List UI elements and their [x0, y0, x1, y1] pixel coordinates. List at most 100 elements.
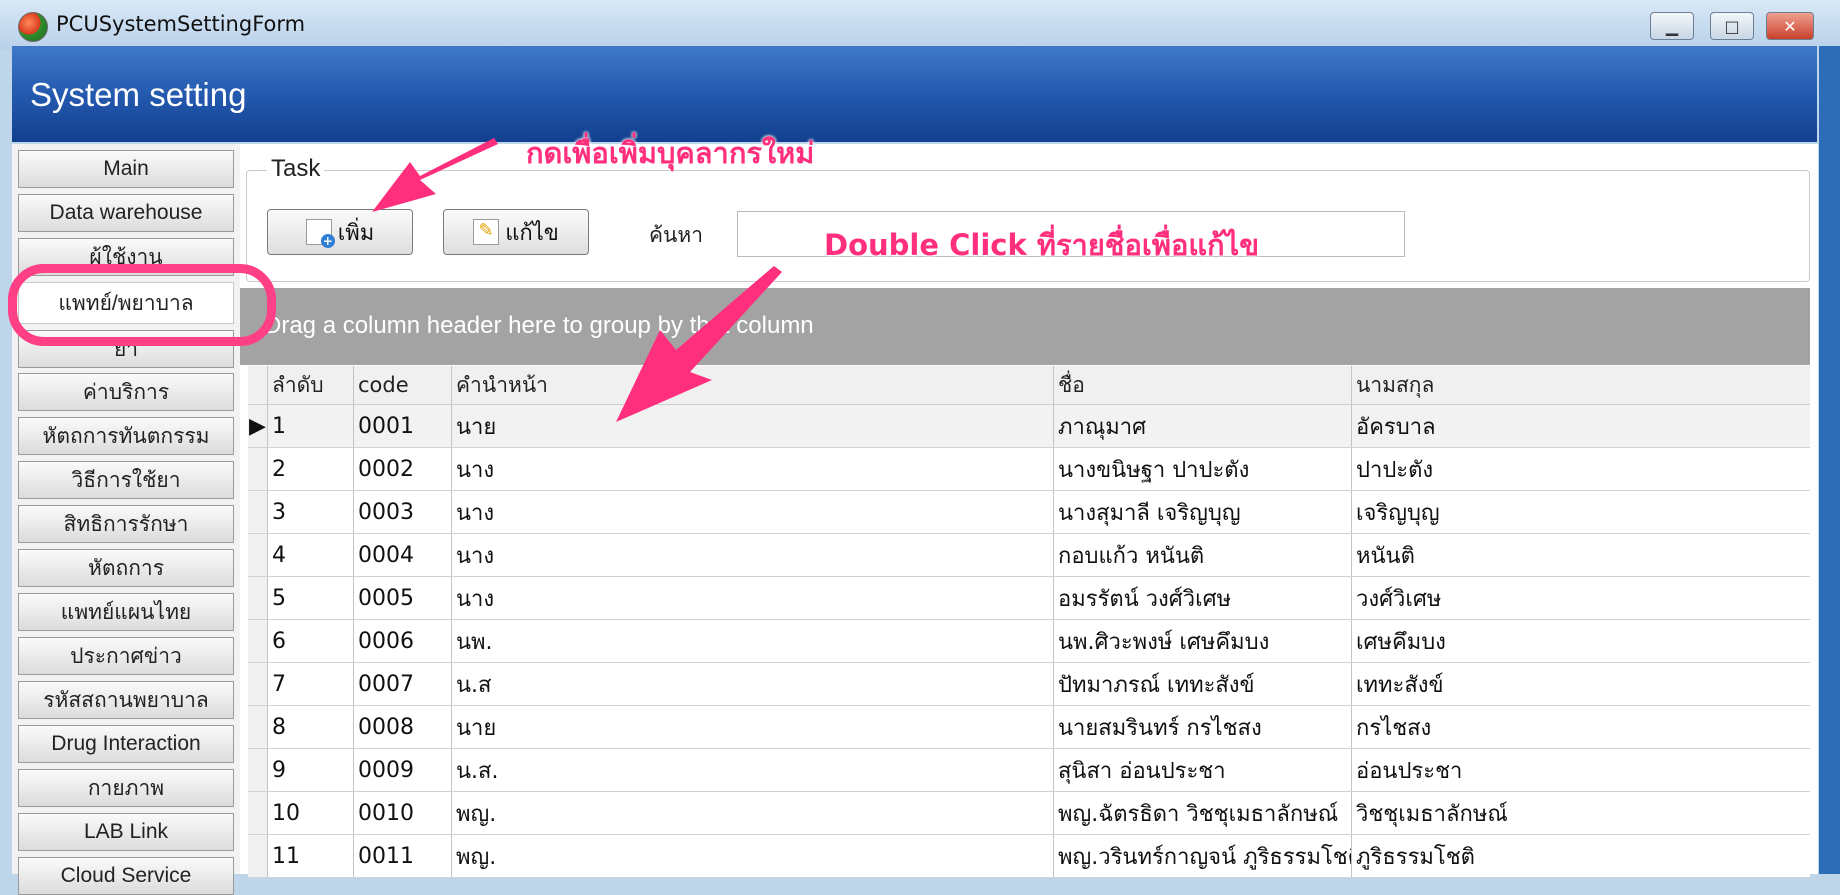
- sidebar-item-main[interactable]: Main: [18, 150, 234, 188]
- edit-button[interactable]: ✎ แก้ไข: [443, 209, 589, 255]
- cell-prefix: น.ส: [452, 663, 1054, 705]
- table-row[interactable]: 4 0004 นาง กอบแก้ว หนันติ หนันติ: [248, 534, 1810, 577]
- cell-name: กอบแก้ว หนันติ: [1054, 534, 1352, 576]
- cell-prefix: นาย: [452, 706, 1054, 748]
- cell-name: นายสมรินทร์ กรไชสง: [1054, 706, 1352, 748]
- sidebar-item-service-fee[interactable]: ค่าบริการ: [18, 373, 234, 411]
- sidebar-item-news[interactable]: ประกาศข่าว: [18, 637, 234, 675]
- cell-seq: 3: [268, 491, 354, 533]
- group-by-panel[interactable]: Drag a column header here to group by th…: [240, 288, 1810, 365]
- cell-name: นพ.ศิวะพงษ์ เศษคึมบง: [1054, 620, 1352, 662]
- sidebar-item-cloud-service[interactable]: Cloud Service: [18, 857, 234, 895]
- close-button[interactable]: ✕: [1766, 12, 1814, 40]
- sidebar-item-procedure[interactable]: หัตถการ: [18, 549, 234, 587]
- table-row[interactable]: 2 0002 นาง นางขนิษฐา ปาปะตัง ปาปะตัง: [248, 448, 1810, 491]
- cell-seq: 8: [268, 706, 354, 748]
- cell-prefix: พญ.: [452, 835, 1054, 877]
- page-title: System setting: [30, 76, 247, 113]
- sidebar-item-lab-link[interactable]: LAB Link: [18, 813, 234, 851]
- cell-surname: อ่อนประชา: [1356, 758, 1463, 784]
- sidebar-item-dental-procedure[interactable]: หัตถการทันตกรรม: [18, 417, 234, 455]
- cell-seq: 5: [268, 577, 354, 619]
- add-button-label: เพิ่ม: [337, 220, 375, 246]
- task-group-label: Task: [267, 155, 325, 183]
- cell-code: 0007: [354, 663, 452, 705]
- row-indicator-header: [248, 366, 268, 404]
- cell-name: นางสุมาลี เจริญบุญ: [1054, 491, 1352, 533]
- cell-name: อมรรัตน์ วงศ์วิเศษ: [1054, 577, 1352, 619]
- cell-prefix: นาย: [452, 405, 1054, 447]
- cell-name: สุนิสา อ่อนประชา: [1054, 749, 1352, 791]
- cell-prefix: นาง: [452, 491, 1054, 533]
- cell-seq: 1: [268, 405, 354, 447]
- header-band: System setting: [12, 46, 1817, 142]
- cell-prefix: นาง: [452, 534, 1054, 576]
- sidebar-item-thai-medicine[interactable]: แพทย์แผนไทย: [18, 593, 234, 631]
- add-button[interactable]: + เพิ่ม: [267, 209, 413, 255]
- sidebar-item-drug-interaction[interactable]: Drug Interaction: [18, 725, 234, 763]
- minimize-button[interactable]: ▁: [1650, 12, 1694, 40]
- app-icon: [18, 12, 48, 42]
- table-row[interactable]: 8 0008 นาย นายสมรินทร์ กรไชสง กรไชสง: [248, 706, 1810, 749]
- column-header-code[interactable]: code: [354, 366, 452, 404]
- staff-grid: ลำดับ code คำนำหน้า ชื่อ นามสกุล ▶ 1 000…: [248, 366, 1810, 878]
- cell-seq: 4: [268, 534, 354, 576]
- row-indicator: [248, 491, 268, 533]
- table-row[interactable]: 9 0009 น.ส. สุนิสา อ่อนประชา อ่อนประชา: [248, 749, 1810, 792]
- sidebar-item-drug-usage[interactable]: วิธีการใช้ยา: [18, 461, 234, 499]
- table-row[interactable]: ▶ 1 0001 นาย ภาณุมาศ อัครบาล: [248, 405, 1810, 448]
- table-row[interactable]: 11 0011 พญ. พญ.วรินทร์กาญจน์ ภูริธรรมโชต…: [248, 835, 1810, 878]
- cell-seq: 10: [268, 792, 354, 834]
- cell-seq: 9: [268, 749, 354, 791]
- cell-seq: 6: [268, 620, 354, 662]
- column-header-seq[interactable]: ลำดับ: [268, 366, 354, 404]
- cell-prefix: นาง: [452, 448, 1054, 490]
- cell-name: พญ.ฉัตรธิดา วิชชุเมธาลักษณ์: [1054, 792, 1352, 834]
- row-indicator: [248, 835, 268, 877]
- cell-surname: หนันติ: [1356, 543, 1415, 569]
- edit-icon: ✎: [473, 219, 500, 245]
- row-indicator: [248, 792, 268, 834]
- sidebar-item-hospital-code[interactable]: รหัสสถานพยาบาล: [18, 681, 234, 719]
- cell-surname: ภูริธรรมโชติ: [1356, 844, 1475, 870]
- cell-surname: เจริญบุญ: [1356, 500, 1440, 526]
- cell-code: 0006: [354, 620, 452, 662]
- cell-seq: 11: [268, 835, 354, 877]
- annotation-edit-hint: Double Click ที่รายชื่อเพื่อแก้ไข: [824, 228, 1260, 262]
- cell-code: 0005: [354, 577, 452, 619]
- row-indicator: [248, 620, 268, 662]
- column-header-prefix[interactable]: คำนำหน้า: [452, 366, 1054, 404]
- search-label: ค้นหา: [649, 223, 704, 247]
- sidebar-item-physical-therapy[interactable]: กายภาพ: [18, 769, 234, 807]
- window-border: [1819, 46, 1840, 874]
- column-header-name[interactable]: ชื่อ: [1054, 366, 1352, 404]
- cell-surname: ปาปะตัง: [1356, 457, 1434, 483]
- sidebar-item-treatment-rights[interactable]: สิทธิการรักษา: [18, 505, 234, 543]
- maximize-button[interactable]: □: [1710, 12, 1754, 40]
- cell-name: นางขนิษฐา ปาปะตัง: [1054, 448, 1352, 490]
- cell-name: พญ.วรินทร์กาญจน์ ภูริธรรมโชติ: [1054, 835, 1352, 877]
- cell-code: 0011: [354, 835, 452, 877]
- sidebar: Main Data warehouse ผู้ใช้งาน แพทย์/พยาบ…: [12, 144, 240, 895]
- sidebar-item-data-warehouse[interactable]: Data warehouse: [18, 194, 234, 232]
- group-by-hint: Drag a column header here to group by th…: [264, 312, 814, 339]
- table-row[interactable]: 6 0006 นพ. นพ.ศิวะพงษ์ เศษคึมบง เศษคึมบง: [248, 620, 1810, 663]
- cell-prefix: พญ.: [452, 792, 1054, 834]
- current-row-indicator-icon: ▶: [248, 405, 268, 447]
- column-header-surname[interactable]: นามสกุล: [1352, 366, 1810, 404]
- table-row[interactable]: 5 0005 นาง อมรรัตน์ วงศ์วิเศษ วงศ์วิเศษ: [248, 577, 1810, 620]
- cell-prefix: น.ส.: [452, 749, 1054, 791]
- cell-prefix: นพ.: [452, 620, 1054, 662]
- cell-surname: กรไชสง: [1356, 715, 1432, 741]
- table-row[interactable]: 3 0003 นาง นางสุมาลี เจริญบุญ เจริญบุญ: [248, 491, 1810, 534]
- cell-code: 0004: [354, 534, 452, 576]
- cell-seq: 7: [268, 663, 354, 705]
- table-row[interactable]: 10 0010 พญ. พญ.ฉัตรธิดา วิชชุเมธาลักษณ์ …: [248, 792, 1810, 835]
- annotation-highlight-ring: [8, 264, 276, 346]
- table-row[interactable]: 7 0007 น.ส ปัทมาภรณ์ เททะสังข์ เททะสังข์: [248, 663, 1810, 706]
- cell-surname: วิชชุเมธาลักษณ์: [1356, 801, 1508, 827]
- cell-code: 0009: [354, 749, 452, 791]
- edit-button-label: แก้ไข: [505, 220, 559, 246]
- cell-code: 0008: [354, 706, 452, 748]
- annotation-add-hint: กดเพื่อเพิ่มบุคลากรใหม่: [526, 136, 815, 170]
